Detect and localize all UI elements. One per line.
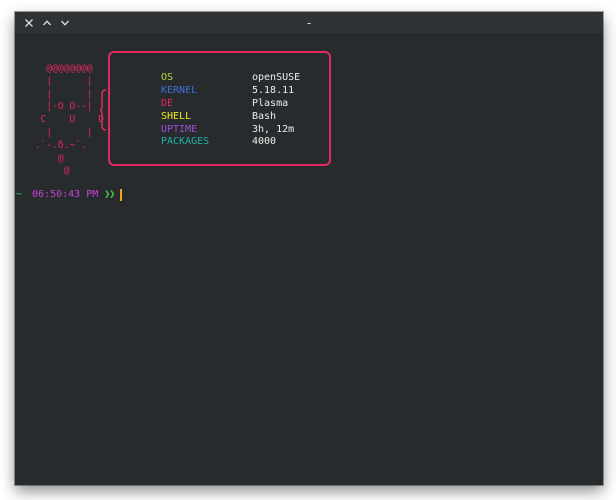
info-value-de: Plasma xyxy=(252,97,289,109)
info-row-packages: PACKAGES 4000 xyxy=(161,136,300,149)
text-cursor xyxy=(120,188,123,201)
shell-prompt[interactable]: ~ 06:50:43 PM ❯❯ xyxy=(16,188,123,201)
window-title: - xyxy=(306,16,312,30)
ascii-logo: @@@@@@@@ | | | | |-O O--| C U D | | .`-.… xyxy=(34,63,105,177)
info-row-uptime: UPTIME 3h, 12m xyxy=(161,124,300,137)
system-info-box: OS openSUSE KERNEL 5.18.11 DE Plasma SHE… xyxy=(108,51,331,166)
prompt-cwd: ~ xyxy=(16,189,23,200)
info-key-de: DE xyxy=(161,97,174,109)
info-key-os: OS xyxy=(161,72,174,83)
info-value-os: openSUSE xyxy=(252,72,301,83)
desktop: - @@@@@@@@ | | | | |-O O--| C U D | | .`… xyxy=(0,0,616,500)
info-value-kernel: 5.18.11 xyxy=(252,84,295,96)
info-value-shell: Bash xyxy=(252,110,277,122)
terminal-content[interactable]: @@@@@@@@ | | | | |-O O--| C U D | | .`-.… xyxy=(15,35,603,485)
info-key-packages: PACKAGES xyxy=(161,136,210,148)
info-row-de: DE Plasma xyxy=(161,98,300,111)
brace-connector xyxy=(100,89,107,131)
info-key-shell: SHELL xyxy=(161,110,192,122)
prompt-time: 06:50:43 PM xyxy=(32,189,99,200)
info-row-os: OS openSUSE xyxy=(161,72,300,85)
info-value-packages: 4000 xyxy=(252,136,277,148)
title-bar[interactable]: - xyxy=(15,12,603,35)
system-info-list: OS openSUSE KERNEL 5.18.11 DE Plasma SHE… xyxy=(161,72,300,149)
info-value-uptime: 3h, 12m xyxy=(252,123,295,135)
terminal-window[interactable]: - @@@@@@@@ | | | | |-O O--| C U D | | .`… xyxy=(15,12,603,485)
info-row-shell: SHELL Bash xyxy=(161,111,300,124)
info-row-kernel: KERNEL 5.18.11 xyxy=(161,85,300,98)
prompt-arrows: ❯❯ xyxy=(104,189,115,200)
info-key-uptime: UPTIME xyxy=(161,123,198,135)
info-key-kernel: KERNEL xyxy=(161,84,198,96)
